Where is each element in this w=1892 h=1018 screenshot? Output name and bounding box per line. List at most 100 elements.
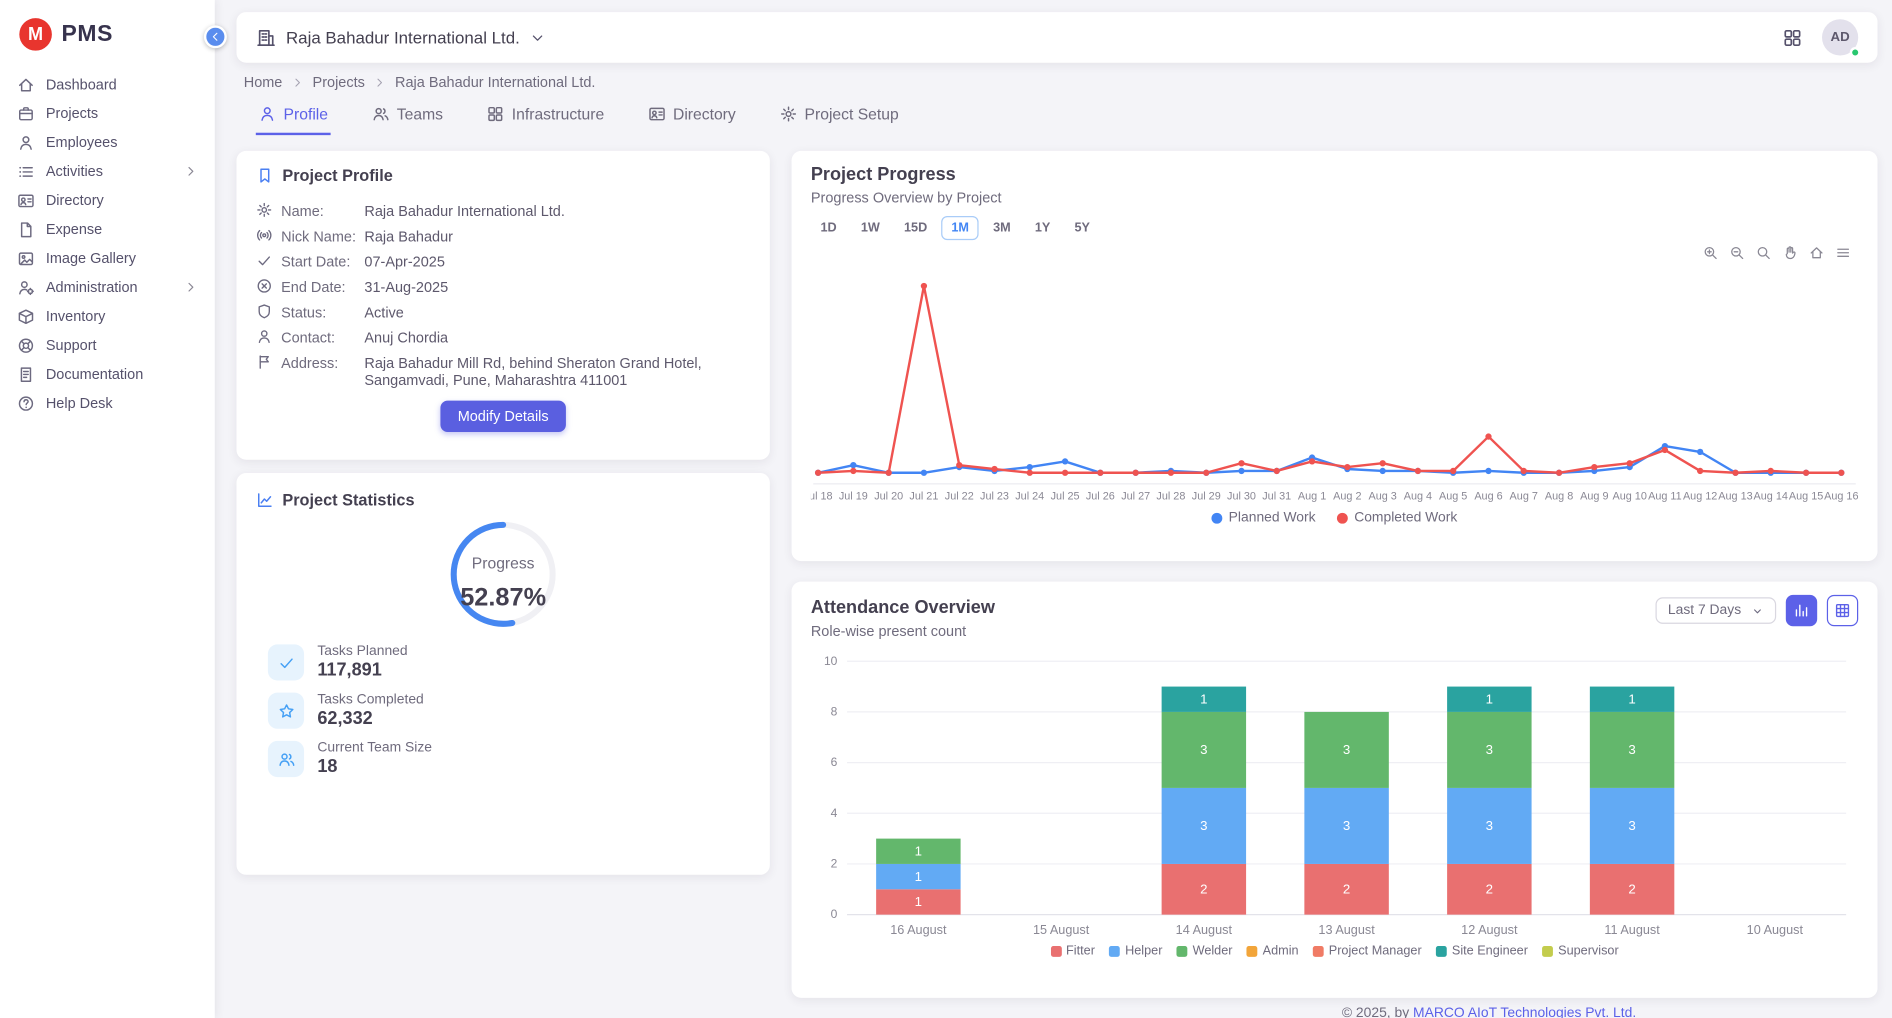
zoom-select-icon[interactable] — [1756, 245, 1772, 261]
chevron-right-icon — [183, 164, 197, 178]
user-avatar[interactable]: AD — [1822, 19, 1858, 55]
sidebar-item-support[interactable]: Support — [0, 331, 215, 360]
range-button-1m[interactable]: 1M — [942, 216, 979, 240]
range-button-1w[interactable]: 1W — [851, 216, 889, 240]
list-icon — [17, 162, 35, 180]
svg-text:8: 8 — [831, 705, 838, 719]
tab-project-setup[interactable]: Project Setup — [777, 100, 901, 135]
sidebar-item-help-desk[interactable]: Help Desk — [0, 389, 215, 418]
stat-tasks-completed: Tasks Completed62,332 — [268, 693, 751, 729]
range-button-3m[interactable]: 3M — [983, 216, 1020, 240]
user-icon — [258, 105, 276, 123]
field-value: Raja Bahadur Mill Rd, behind Sheraton Gr… — [364, 354, 750, 389]
date-filter-select[interactable]: Last 7 Days — [1656, 597, 1776, 624]
stat-label: Tasks Completed — [317, 693, 423, 707]
breadcrumb-projects[interactable]: Projects — [313, 74, 365, 91]
attendance-bar-chart[interactable]: 024681011116 August15 August233114 Augus… — [811, 652, 1858, 942]
sidebar-item-dashboard[interactable]: Dashboard — [0, 70, 215, 99]
gear-icon — [779, 105, 797, 123]
sidebar-item-employees[interactable]: Employees — [0, 128, 215, 157]
svg-text:2: 2 — [831, 857, 838, 871]
users-icon — [277, 750, 295, 768]
svg-text:2: 2 — [1628, 882, 1635, 897]
chart-toolbar — [1703, 245, 1851, 261]
svg-text:Aug 1: Aug 1 — [1298, 491, 1326, 503]
svg-text:Aug 12: Aug 12 — [1683, 491, 1717, 503]
legend-item[interactable]: Welder — [1177, 944, 1233, 958]
svg-text:Aug 9: Aug 9 — [1580, 491, 1608, 503]
range-button-5y[interactable]: 5Y — [1065, 216, 1100, 240]
range-button-1y[interactable]: 1Y — [1025, 216, 1060, 240]
legend-item[interactable]: Fitter — [1050, 944, 1095, 958]
sidebar-item-directory[interactable]: Directory — [0, 186, 215, 215]
range-button-15d[interactable]: 15D — [894, 216, 937, 240]
sidebar-item-administration[interactable]: Administration — [0, 273, 215, 302]
sidebar-item-projects[interactable]: Projects — [0, 99, 215, 128]
tab-teams[interactable]: Teams — [369, 100, 445, 135]
legend-item[interactable]: Admin — [1247, 944, 1299, 958]
attendance-overview-card: Attendance Overview Role-wise present co… — [792, 582, 1878, 998]
svg-text:Progress: Progress — [472, 555, 535, 572]
sidebar-item-label: Employees — [46, 134, 118, 151]
sidebar-item-expense[interactable]: Expense — [0, 215, 215, 244]
svg-text:2: 2 — [1343, 882, 1350, 897]
reset-home-icon[interactable] — [1809, 245, 1825, 261]
check-icon — [277, 653, 295, 671]
chevron-down-icon — [1751, 604, 1764, 617]
stat-value: 18 — [317, 757, 432, 778]
legend-item[interactable]: Completed Work — [1337, 510, 1457, 524]
time-range-selector: 1D 1W 15D 1M 3M 1Y 5Y — [811, 216, 1858, 240]
legend-item[interactable]: Planned Work — [1212, 510, 1316, 524]
tab-profile[interactable]: Profile — [256, 100, 331, 135]
line-chart-legend: Planned Work Completed Work — [811, 510, 1858, 524]
avatar-initials: AD — [1831, 30, 1850, 44]
zoom-in-icon[interactable] — [1703, 245, 1719, 261]
card-title: Project Progress — [811, 163, 1858, 187]
home-icon — [17, 75, 35, 93]
legend-item[interactable]: Project Manager — [1313, 944, 1422, 958]
tab-infrastructure[interactable]: Infrastructure — [484, 100, 607, 135]
legend-item[interactable]: Supervisor — [1542, 944, 1618, 958]
sidebar-item-inventory[interactable]: Inventory — [0, 302, 215, 331]
pan-hand-icon[interactable] — [1782, 245, 1798, 261]
footer-company-link[interactable]: MARCO AIoT Technologies Pvt. Ltd. — [1413, 1006, 1636, 1018]
tab-label: Profile — [284, 105, 328, 123]
svg-text:Jul 23: Jul 23 — [980, 491, 1009, 503]
tab-label: Infrastructure — [512, 105, 604, 123]
svg-text:2: 2 — [1486, 882, 1493, 897]
signal-icon — [256, 227, 273, 244]
progress-line-chart[interactable]: Jul 18Jul 19Jul 20Jul 21Jul 22Jul 23Jul … — [811, 264, 1858, 505]
apps-grid-icon[interactable] — [1782, 27, 1803, 48]
field-value: Active — [364, 303, 403, 321]
company-selector[interactable]: Raja Bahadur International Ltd. — [256, 27, 545, 48]
online-status-dot — [1850, 47, 1861, 58]
table-view-button[interactable] — [1827, 595, 1858, 626]
field-value: Raja Bahadur — [364, 227, 453, 245]
legend-item[interactable]: Site Engineer — [1436, 944, 1528, 958]
menu-icon[interactable] — [1835, 245, 1851, 261]
stat-value: 117,891 — [317, 660, 407, 681]
sidebar-item-image-gallery[interactable]: Image Gallery — [0, 244, 215, 273]
tab-directory[interactable]: Directory — [645, 100, 738, 135]
app-shell: M PMS Dashboard Projects Employees Activ… — [0, 0, 1892, 1018]
card-title: Project Profile — [282, 166, 392, 184]
breadcrumb-home[interactable]: Home — [244, 74, 283, 91]
flag-icon — [256, 354, 273, 371]
brand[interactable]: M PMS — [0, 0, 215, 63]
field-label: Name: — [281, 202, 356, 220]
grid-icon — [486, 105, 504, 123]
sidebar-item-activities[interactable]: Activities — [0, 157, 215, 186]
modify-details-button[interactable]: Modify Details — [441, 401, 566, 432]
sidebar-item-documentation[interactable]: Documentation — [0, 360, 215, 389]
tab-label: Teams — [397, 105, 443, 123]
bar-view-button[interactable] — [1786, 595, 1817, 626]
sidebar-collapse-button[interactable] — [204, 25, 227, 48]
legend-item[interactable]: Helper — [1109, 944, 1162, 958]
svg-text:Aug 13: Aug 13 — [1718, 491, 1752, 503]
range-button-1d[interactable]: 1D — [811, 216, 847, 240]
zoom-out-icon[interactable] — [1729, 245, 1745, 261]
stat-team-size: Current Team Size18 — [268, 741, 751, 777]
svg-text:Aug 15: Aug 15 — [1789, 491, 1823, 503]
svg-text:3: 3 — [1343, 818, 1350, 833]
chevron-down-icon — [529, 30, 545, 46]
